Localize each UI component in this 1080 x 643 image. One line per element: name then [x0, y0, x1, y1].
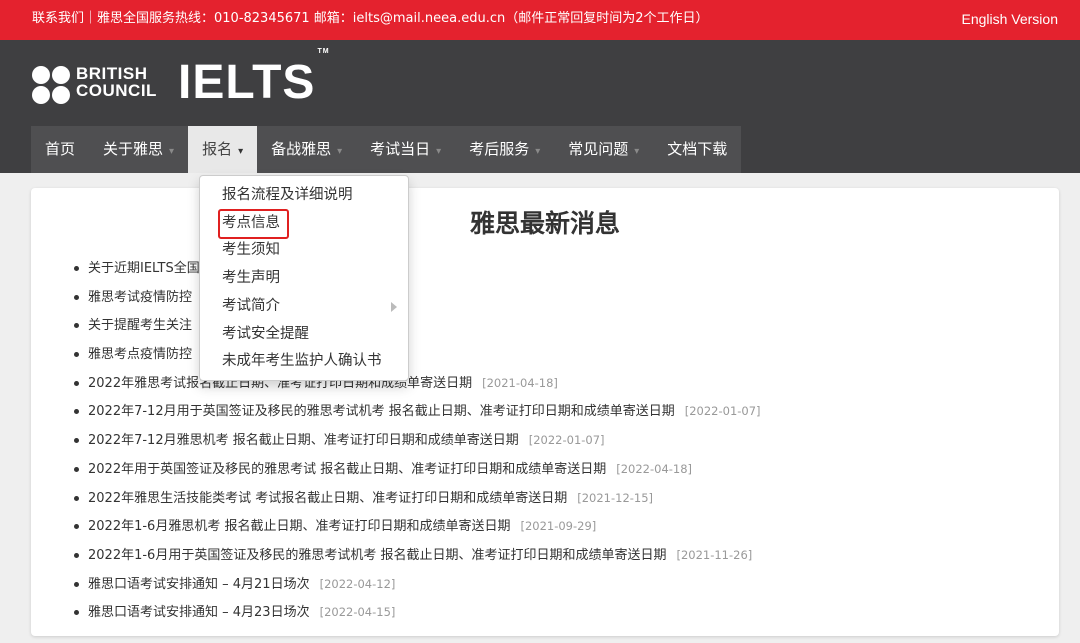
submenu-arrow-icon	[391, 302, 397, 312]
british-council-dots-icon	[32, 66, 72, 106]
ielts-wordmark: IELTSTM	[178, 48, 330, 109]
nav-label: 首页	[45, 140, 76, 158]
news-item[interactable]: 2022年用于英国签证及移民的雅思考试 报名截止日期、准考证打印日期和成绩单寄送…	[74, 455, 761, 484]
news-date: [2022-04-18]	[616, 461, 693, 476]
news-link[interactable]: 雅思口语考试安排通知 – 4月23日场次	[88, 605, 310, 620]
news-item[interactable]: 2022年1-6月雅思机考 报名截止日期、准考证打印日期和成绩单寄送日期 [202…	[74, 512, 761, 541]
english-version-link[interactable]: English Version	[961, 0, 1058, 38]
nav-label: 考后服务	[469, 140, 530, 158]
registration-dropdown-menu: 报名流程及详细说明 考点信息 考生须知 考生声明 考试简介 考试安全提醒 未成年考生监护人确…	[199, 175, 409, 381]
news-link[interactable]: 2022年用于英国签证及移民的雅思考试 报名截止日期、准考证打印日期和成绩单寄送…	[88, 462, 606, 477]
nav-label: 常见问题	[568, 140, 629, 158]
news-link[interactable]: 雅思考点疫情防控	[88, 347, 192, 362]
news-link[interactable]: 2022年7-12月雅思机考 报名截止日期、准考证打印日期和成绩单寄送日期	[88, 433, 519, 448]
news-link[interactable]: 2022年1-6月雅思机考 报名截止日期、准考证打印日期和成绩单寄送日期	[88, 519, 510, 534]
nav-item-6[interactable]: 常见问题 ▾	[554, 126, 653, 173]
news-link[interactable]: 关于近期IELTS全国	[88, 261, 200, 276]
nav-label: 考试当日	[370, 140, 431, 158]
news-item[interactable]: 2022年7-12月雅思机考 报名截止日期、准考证打印日期和成绩单寄送日期 [20…	[74, 426, 761, 455]
dropdown-item[interactable]: 未成年考生监护人确认书	[222, 351, 382, 371]
news-date: [2022-01-07]	[684, 404, 761, 419]
dropdown-item[interactable]: 考生声明	[222, 268, 280, 288]
caret-down-icon: ▾	[169, 146, 175, 157]
news-link[interactable]: 关于提醒考生关注	[88, 318, 192, 333]
news-link[interactable]: 2022年7-12月用于英国签证及移民的雅思考试机考 报名截止日期、准考证打印日…	[88, 404, 675, 419]
nav-item-2[interactable]: 报名 ▾	[188, 126, 258, 173]
news-link[interactable]: 2022年1-6月用于英国签证及移民的雅思考试机考 报名截止日期、准考证打印日期…	[88, 548, 666, 563]
news-date: [2022-04-15]	[319, 605, 396, 620]
dropdown-item[interactable]: 考试安全提醒	[222, 324, 309, 344]
news-item[interactable]: 关于提醒考生关注21-02-02]	[74, 311, 761, 340]
news-item[interactable]: 雅思口语考试安排通知 – 4月21日场次 [2022-04-12]	[74, 570, 761, 599]
caret-down-icon: ▾	[535, 146, 541, 157]
nav-item-0[interactable]: 首页	[31, 126, 89, 173]
news-item[interactable]: 雅思考点疫情防控	[74, 340, 761, 369]
caret-down-icon: ▾	[436, 146, 442, 157]
caret-down-icon: ▾	[634, 146, 640, 157]
site-header: BRITISH COUNCIL IELTSTM 首页 关于雅思 ▾ 报名 ▾ 备战雅思 ▾ 考…	[0, 40, 1080, 173]
news-date: [2021-04-18]	[482, 375, 558, 390]
dropdown-item[interactable]: 考试简介	[222, 296, 280, 316]
news-date: [2022-04-12]	[319, 576, 396, 591]
nav-item-7[interactable]: 文档下载	[653, 126, 741, 173]
news-date: [2022-01-07]	[528, 433, 605, 448]
news-date: [2021-11-26]	[676, 547, 753, 562]
nav-item-1[interactable]: 关于雅思 ▾	[89, 126, 188, 173]
dropdown-item[interactable]: 考生须知	[222, 240, 280, 260]
news-link[interactable]: 雅思口语考试安排通知 – 4月21日场次	[88, 577, 310, 592]
news-link[interactable]: 雅思考试疫情防控	[88, 290, 192, 305]
news-date: [2021-12-15]	[577, 490, 654, 505]
news-item[interactable]: 雅思口语考试安排通知 – 4月23日场次 [2022-04-15]	[74, 598, 761, 627]
news-item[interactable]: 雅思考试疫情防控	[74, 283, 761, 312]
news-item[interactable]: 2022年1-6月用于英国签证及移民的雅思考试机考 报名截止日期、准考证打印日期…	[74, 541, 761, 570]
page-title: 雅思最新消息	[469, 209, 620, 238]
british-council-wordmark: BRITISH COUNCIL	[76, 64, 157, 100]
nav-label: 文档下载	[667, 140, 728, 158]
caret-down-icon: ▾	[337, 146, 343, 157]
news-item[interactable]: 2022年雅思生活技能类考试 考试报名截止日期、准考证打印日期和成绩单寄送日期 […	[74, 484, 761, 513]
news-item[interactable]: 2022年7-12月用于英国签证及移民的雅思考试机考 报名截止日期、准考证打印日…	[74, 397, 761, 426]
news-panel: 雅思最新消息 关于近期IELTS全国5] 雅思考试疫情防控关于提醒考生关注21-0…	[31, 188, 1059, 636]
nav-label: 关于雅思	[103, 140, 164, 158]
nav-label: 备战雅思	[271, 140, 332, 158]
main-nav: 首页 关于雅思 ▾ 报名 ▾ 备战雅思 ▾ 考试当日 ▾ 考后服务 ▾ 常见问题 ▾ 文档下载	[31, 126, 742, 173]
news-item[interactable]: 2022年雅思考试报名截止日期、准考证打印日期和成绩单寄送日期 [2021-04-…	[74, 369, 761, 398]
nav-item-3[interactable]: 备战雅思 ▾	[257, 126, 356, 173]
news-link[interactable]: 2022年雅思生活技能类考试 考试报名截止日期、准考证打印日期和成绩单寄送日期	[88, 491, 567, 506]
contact-info: 联系我们｜雅思全国服务热线：010-82345671 邮箱：ielts@mail…	[32, 11, 709, 26]
news-item[interactable]: 关于近期IELTS全国5]	[74, 254, 761, 283]
dropdown-item[interactable]: 报名流程及详细说明	[222, 185, 353, 205]
news-date: [2021-09-29]	[520, 519, 597, 534]
highlight-box	[218, 209, 289, 239]
caret-down-icon: ▾	[238, 146, 244, 157]
news-list: 关于近期IELTS全国5] 雅思考试疫情防控关于提醒考生关注21-02-02] 雅思…	[74, 254, 761, 627]
top-info-bar: 联系我们｜雅思全国服务热线：010-82345671 邮箱：ielts@mail…	[0, 0, 1080, 40]
nav-item-4[interactable]: 考试当日 ▾	[356, 126, 455, 173]
nav-label: 报名	[202, 140, 233, 158]
nav-item-5[interactable]: 考后服务 ▾	[455, 126, 554, 173]
